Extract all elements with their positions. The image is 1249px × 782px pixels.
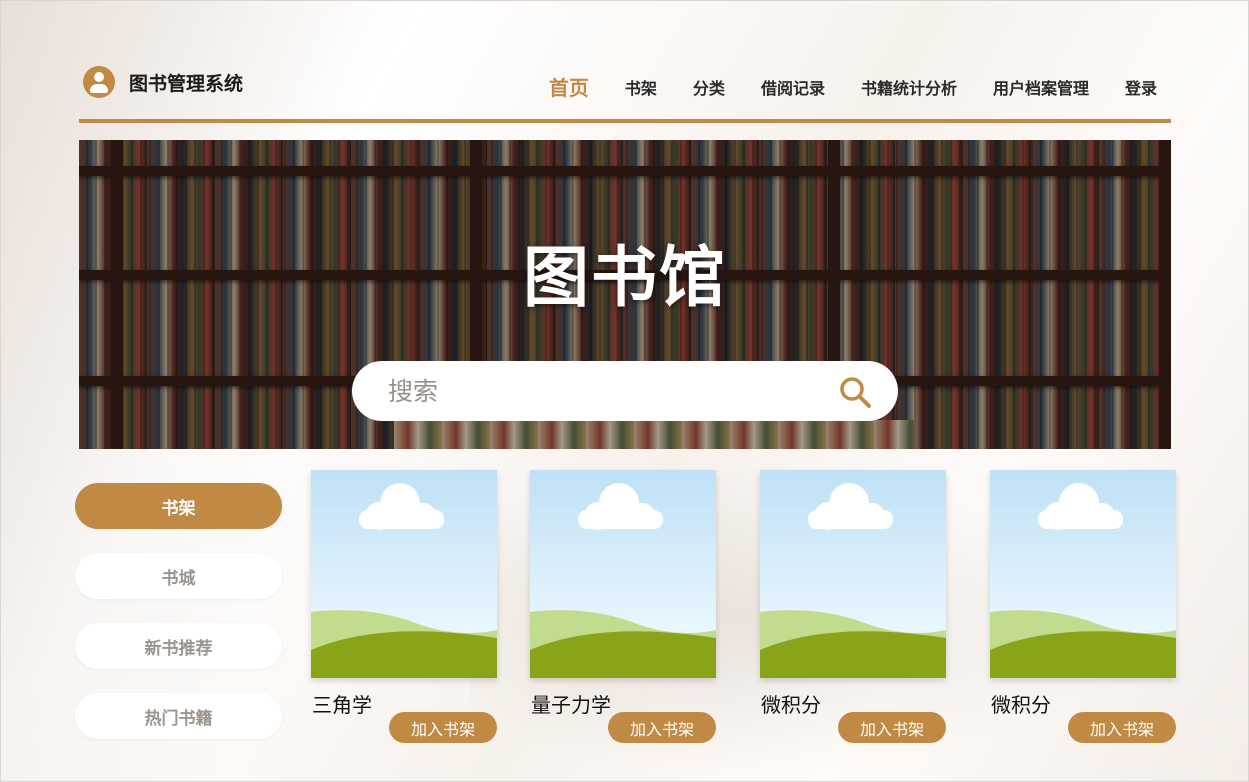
window-frame	[0, 0, 1249, 782]
